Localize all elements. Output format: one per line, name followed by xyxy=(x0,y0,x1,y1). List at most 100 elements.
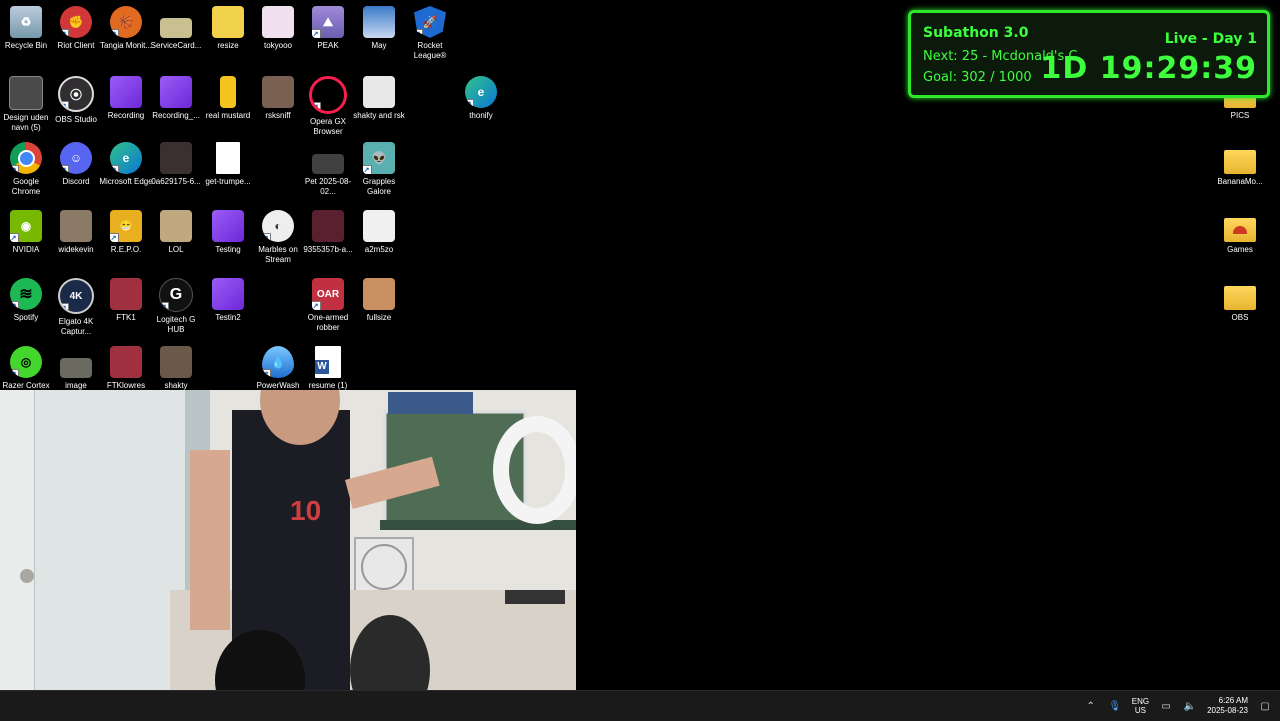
desktop-icon-elgato[interactable]: 4K ↗ Elgato 4K Captur... xyxy=(50,278,102,337)
powerwash-icon: 💧 ↗ xyxy=(262,346,294,378)
obs-icon: ⦿ ↗ xyxy=(58,76,94,112)
image-thumb-icon xyxy=(60,210,92,242)
subathon-live-status: Live - Day 1 xyxy=(1164,31,1257,47)
webcam-overlay: 10 xyxy=(0,390,576,714)
desktop-icon-recycle-bin[interactable]: ♻ Recycle Bin xyxy=(0,6,52,51)
desktop-icon-rsksniff[interactable]: rsksniff xyxy=(252,76,304,121)
desktop-icon-a2m5zo[interactable]: a2m5zo xyxy=(353,210,405,255)
image-thumb-icon xyxy=(160,210,192,242)
language-indicator[interactable]: ENG US xyxy=(1132,697,1149,715)
folder-icon xyxy=(1224,150,1256,174)
desktop-icon-opera-gx[interactable]: ↗ Opera GX Browser xyxy=(302,76,354,137)
subathon-timer: 1D 19:29:39 xyxy=(1040,51,1257,86)
desktop-icon-marbles[interactable]: ◐ ↗ Marbles on Stream xyxy=(252,210,304,265)
desktop-icon-shakty-rsk[interactable]: shakty and rsk xyxy=(353,76,405,121)
desktop-icon-lol[interactable]: LOL xyxy=(150,210,202,255)
desktop-icon-obs-folder[interactable]: OBS xyxy=(1214,278,1266,323)
chevron-up-icon[interactable]: ⌃ xyxy=(1084,699,1098,713)
system-tray: ⌃ 🎙 ENG US ▭ 🔈 6:26 AM 2025-08-23 ▢ xyxy=(1084,691,1272,721)
desktop-icon-resume[interactable]: W resume (1) xyxy=(302,346,354,391)
desktop-icon-0a629175[interactable]: 0a629175-6... xyxy=(150,142,202,187)
image-thumb-icon xyxy=(363,76,395,108)
desktop-icon-riot[interactable]: ✊ ↗ Riot Client xyxy=(50,6,102,51)
desktop-icon-testing[interactable]: Testing xyxy=(202,210,254,255)
game-icon: ◐ ↗ xyxy=(262,210,294,242)
image-thumb-icon xyxy=(220,76,236,108)
desktop-icon-tokyooo[interactable]: tokyooo xyxy=(252,6,304,51)
folder-icon xyxy=(1224,218,1256,242)
webcam-scene: 10 xyxy=(0,390,576,714)
game-icon: OAR ↗ xyxy=(312,278,344,310)
desktop-icon-pet[interactable]: Pet 2025-08-02... xyxy=(302,142,354,197)
razer-icon: ◎ ↗ xyxy=(10,346,42,378)
game-icon: 👽 ↗ xyxy=(363,142,395,174)
desktop-icon-fullsize[interactable]: fullsize xyxy=(353,278,405,323)
desktop-icon-bananamo[interactable]: BananaMo... xyxy=(1214,142,1266,187)
desktop-icon-may[interactable]: May xyxy=(353,6,405,51)
volume-icon[interactable]: 🔈 xyxy=(1183,699,1197,713)
logitech-icon: G ↗ xyxy=(159,278,193,312)
clip-icon xyxy=(212,210,244,242)
chrome-icon: ↗ xyxy=(10,142,42,174)
desktop-icon-shakty[interactable]: shakty xyxy=(150,346,202,391)
desktop-icon-edge[interactable]: e ↗ Microsoft Edge xyxy=(99,142,153,187)
image-thumb-icon xyxy=(160,142,192,174)
microphone-icon[interactable]: 🎙 xyxy=(1108,699,1122,713)
desktop-icon-grapples[interactable]: 👽 ↗ Grapples Galore xyxy=(353,142,405,197)
desktop-icon-9355357b[interactable]: 9355357b-a... xyxy=(302,210,354,255)
desktop-icon-widekevin[interactable]: widekevin xyxy=(50,210,102,255)
network-icon[interactable]: ▭ xyxy=(1159,699,1173,713)
desktop-icon-powerwash[interactable]: 💧 ↗ PowerWash xyxy=(252,346,304,391)
desktop-icon-rocket-league[interactable]: 🚀 ↗ Rocket League® xyxy=(404,6,456,61)
elgato-icon: 4K ↗ xyxy=(58,278,94,314)
subathon-goal: Goal: 302 / 1000 xyxy=(923,70,1032,85)
rocket-league-icon: 🚀 ↗ xyxy=(414,6,446,38)
desktop-icon-testin2[interactable]: Testin2 xyxy=(202,278,254,323)
desktop-icon-games[interactable]: Games xyxy=(1214,210,1266,255)
nvidia-icon: ◉ ↗ xyxy=(10,210,42,242)
desktop-icon-peak[interactable]: ⛰ ↗ PEAK xyxy=(302,6,354,51)
desktop-icon-repo[interactable]: 😁 ↗ R.E.P.O. xyxy=(100,210,152,255)
opera-gx-icon: ↗ xyxy=(309,76,347,114)
edge-icon: e ↗ xyxy=(110,142,142,174)
desktop-icon-one-armed[interactable]: OAR ↗ One-armed robber xyxy=(302,278,354,333)
desktop-icon-discord[interactable]: ☺ ↗ Discord xyxy=(50,142,102,187)
desktop-icon-nvidia[interactable]: ◉ ↗ NVIDIA xyxy=(0,210,52,255)
image-thumb-icon xyxy=(262,76,294,108)
folder-icon xyxy=(1224,286,1256,310)
desktop-icon-logitech[interactable]: G ↗ Logitech G HUB xyxy=(150,278,202,335)
taskbar: ⌃ 🎙 ENG US ▭ 🔈 6:26 AM 2025-08-23 ▢ xyxy=(0,690,1280,721)
subathon-title: Subathon 3.0 xyxy=(923,25,1029,41)
desktop-icon-ftk1[interactable]: FTK1 xyxy=(100,278,152,323)
desktop-icon-recording2[interactable]: Recording_... xyxy=(150,76,202,121)
desktop-icon-image[interactable]: image xyxy=(50,346,102,391)
desktop-icon-chrome[interactable]: ↗ Google Chrome xyxy=(0,142,52,197)
clip-icon xyxy=(110,76,142,108)
subathon-widget: Subathon 3.0 Next: 25 - Mcdonald's C Goa… xyxy=(908,10,1270,98)
desktop-icon-recording[interactable]: Recording xyxy=(100,76,152,121)
desktop-icon-real-mustard[interactable]: real mustard xyxy=(202,76,254,121)
desktop-icon-thonify[interactable]: e ↗ thonify xyxy=(455,76,507,121)
desktop-icon-resize[interactable]: resize xyxy=(202,6,254,51)
discord-icon: ☺ ↗ xyxy=(60,142,92,174)
image-thumb-icon xyxy=(212,6,244,38)
image-thumb-icon xyxy=(363,210,395,242)
desktop-icon-servicecard[interactable]: ServiceCard... xyxy=(150,6,202,51)
image-thumb-icon xyxy=(363,6,395,38)
game-icon: 😁 ↗ xyxy=(110,210,142,242)
desktop-icon-get-trumpet[interactable]: get-trumpe... xyxy=(202,142,254,187)
edge-icon: e ↗ xyxy=(465,76,497,108)
desktop-icon-tangia[interactable]: 🏀 ↗ Tangia Monit... xyxy=(100,6,152,51)
word-doc-icon: W xyxy=(315,346,341,378)
desktop-icon-razer[interactable]: ◎ ↗ Razer Cortex xyxy=(0,346,52,391)
desktop-icon-ftklowres[interactable]: FTKlowres xyxy=(100,346,152,391)
desktop-icon-spotify[interactable]: ≋ ↗ Spotify xyxy=(0,278,52,323)
image-thumb-icon xyxy=(262,6,294,38)
desktop-icon-design[interactable]: Design uden navn (5) xyxy=(0,76,52,133)
notification-icon[interactable]: ▢ xyxy=(1258,699,1272,713)
tangia-icon: 🏀 ↗ xyxy=(110,6,142,38)
image-thumb-icon xyxy=(312,154,344,174)
clock[interactable]: 6:26 AM 2025-08-23 xyxy=(1207,696,1248,716)
image-thumb-icon xyxy=(363,278,395,310)
desktop-icon-obs[interactable]: ⦿ ↗ OBS Studio xyxy=(50,76,102,125)
